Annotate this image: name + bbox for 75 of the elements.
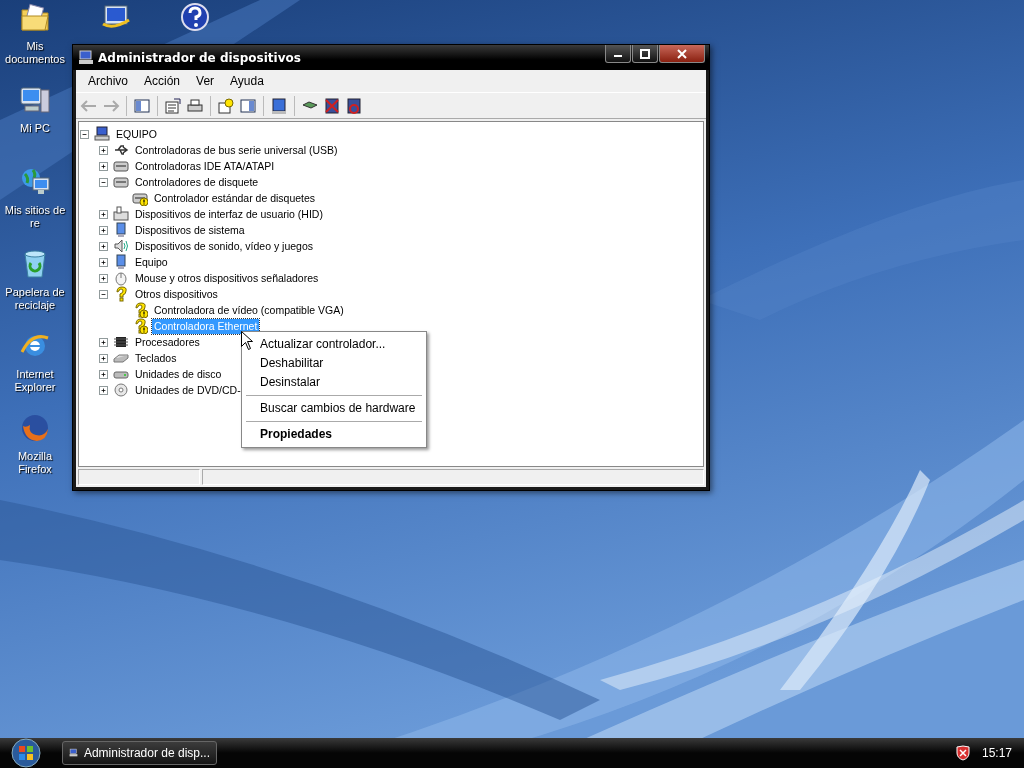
- tree-item[interactable]: Controlador estándar de disquetes: [152, 190, 318, 206]
- tree-item[interactable]: Controladoras de bus serie universal (USB): [133, 142, 340, 158]
- expand-toggle[interactable]: [99, 353, 108, 363]
- unknown-device-icon: [113, 286, 129, 302]
- monitor-device-icon: [113, 254, 129, 270]
- desktop-icon-label[interactable]: Mozilla Firefox: [0, 450, 70, 476]
- computer-icon[interactable]: [19, 84, 51, 116]
- mouse-device-icon: [113, 270, 129, 286]
- dvd-device-icon: [113, 382, 129, 398]
- shield-icon[interactable]: [955, 745, 970, 761]
- taskbar-button-label: Administrador de disp...: [83, 746, 210, 760]
- clock: 15:17: [981, 746, 1012, 760]
- properties-icon[interactable]: [164, 96, 182, 115]
- expand-toggle[interactable]: [99, 161, 108, 171]
- computer-icon: [78, 49, 94, 66]
- context-menu-item[interactable]: Deshabilitar: [244, 355, 424, 372]
- collapse-toggle[interactable]: [99, 177, 108, 187]
- firefox-icon[interactable]: [19, 412, 51, 444]
- tree-item[interactable]: Otros dispositivos: [133, 286, 220, 302]
- close-icon: [677, 48, 687, 59]
- collapse-toggle[interactable]: [99, 289, 108, 299]
- desktop-icon-label[interactable]: Mis sitios de re: [0, 204, 70, 230]
- folder-icon[interactable]: [19, 2, 51, 34]
- tree-item[interactable]: Unidades de DVD/CD-: [133, 382, 243, 398]
- minimize-button[interactable]: [605, 45, 631, 63]
- expand-toggle[interactable]: [99, 257, 108, 267]
- tree-item[interactable]: Mouse y otros dispositivos señaladores: [133, 270, 321, 286]
- tree-item[interactable]: Controladoras IDE ATA/ATAPI: [133, 158, 277, 174]
- window-title: Administrador de dispositivos: [98, 50, 302, 65]
- drive-device-icon: [113, 174, 129, 190]
- sound-device-icon: [113, 238, 129, 254]
- context-menu-item[interactable]: Buscar cambios de hardware: [244, 400, 424, 417]
- expand-toggle[interactable]: [99, 225, 108, 235]
- drive-device-icon: [113, 158, 129, 174]
- tree-item[interactable]: EQUIPO: [114, 126, 159, 142]
- tree-item[interactable]: Equipo: [133, 254, 170, 270]
- usb-device-icon: [113, 142, 129, 158]
- tree-item[interactable]: Dispositivos de interfaz de usuario (HID): [133, 206, 325, 222]
- tree-item[interactable]: Unidades de disco: [133, 366, 224, 382]
- expand-toggle[interactable]: [99, 337, 108, 347]
- panel-icon[interactable]: [133, 96, 151, 115]
- expand-toggle[interactable]: [99, 145, 108, 155]
- menu-item[interactable]: Ver: [188, 72, 223, 90]
- computer-device-icon: [94, 126, 110, 142]
- context-menu-item[interactable]: Propiedades: [244, 426, 424, 443]
- tree-item[interactable]: Teclados: [133, 350, 179, 366]
- monitor-device-icon: [113, 222, 129, 238]
- panel-icon[interactable]: [239, 96, 257, 115]
- context-menu-item[interactable]: Desinstalar: [244, 374, 424, 391]
- expand-toggle[interactable]: [99, 241, 108, 251]
- maximize-icon: [640, 48, 650, 59]
- tree-item[interactable]: Dispositivos de sonido, vídeo y juegos: [133, 238, 316, 254]
- cpu-device-icon: [113, 334, 129, 350]
- menu-item[interactable]: Acción: [136, 72, 189, 90]
- start-button[interactable]: [8, 738, 44, 768]
- tree-item[interactable]: Controladora de vídeo (compatible VGA): [152, 302, 346, 318]
- desktop-icon-label[interactable]: Mi PC: [20, 122, 50, 135]
- menu-item[interactable]: Archivo: [80, 72, 136, 90]
- expand-toggle[interactable]: [99, 369, 108, 379]
- menu-item[interactable]: Ayuda: [222, 72, 272, 90]
- tree-item[interactable]: Controladores de disquete: [133, 174, 261, 190]
- hid-device-icon: [113, 206, 129, 222]
- desktop-icon-label[interactable]: Mis documentos: [0, 40, 70, 66]
- maximize-button[interactable]: [632, 45, 658, 63]
- tree-item[interactable]: Dispositivos de sistema: [133, 222, 247, 238]
- expand-toggle[interactable]: [99, 273, 108, 283]
- tree-item[interactable]: Procesadores: [133, 334, 202, 350]
- collapse-toggle[interactable]: [80, 129, 89, 139]
- desktop-icon-label[interactable]: Papelera de reciclaje: [0, 286, 70, 312]
- desktop-icon-label[interactable]: Internet Explorer: [0, 368, 70, 394]
- close-button[interactable]: [659, 45, 705, 63]
- expand-toggle[interactable]: [99, 385, 108, 395]
- taskbar-button[interactable]: Administrador de disp...: [62, 741, 217, 765]
- printer-icon[interactable]: [186, 96, 204, 115]
- expand-toggle[interactable]: [99, 209, 108, 219]
